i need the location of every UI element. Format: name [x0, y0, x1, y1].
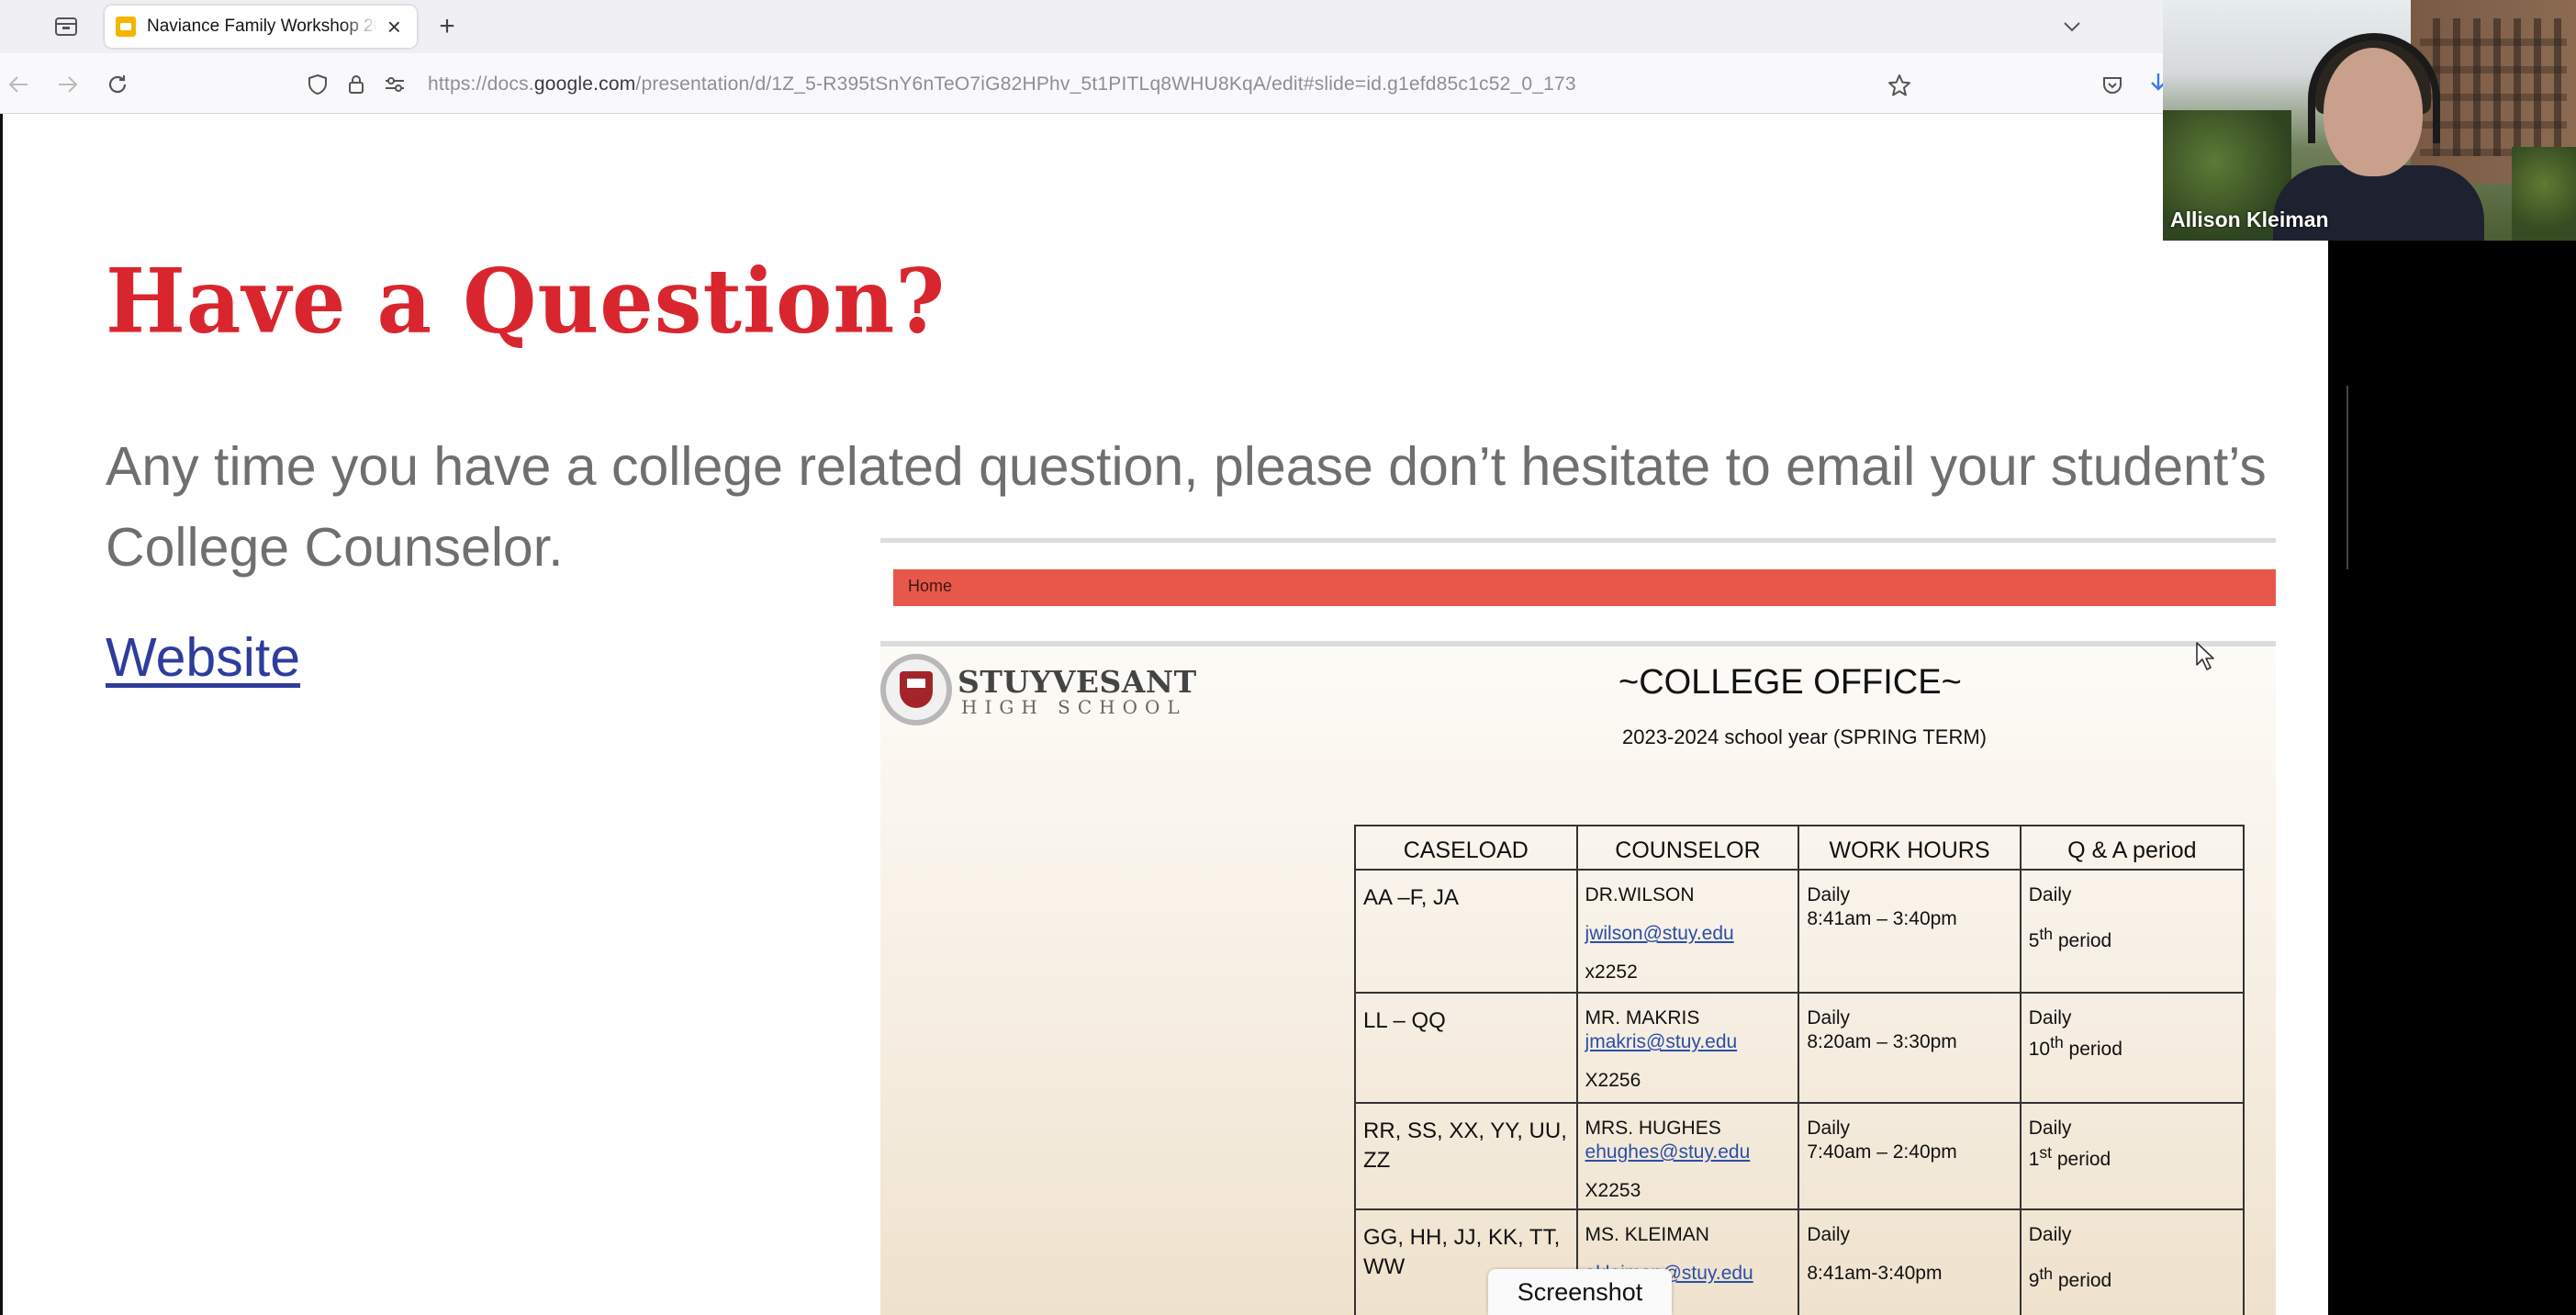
lock-icon[interactable] [342, 70, 371, 99]
college-office-screenshot: Home STUYVESANT HIGH SCHOOL ~COLLEGE OFF… [880, 538, 2276, 1315]
navigation-bar: https://docs.google.com/presentation/d/1… [0, 55, 2163, 114]
tab-close-icon[interactable]: × [383, 13, 406, 40]
counselor-cell: DR.WILSON jwilson@stuy.edu x2252 [1575, 869, 1800, 994]
counselor-table: CASELOAD COUNSELOR WORK HOURS Q & A peri… [1354, 825, 2246, 1315]
empty-panel [2328, 241, 2576, 1315]
bookmark-star-icon[interactable] [1884, 70, 1915, 101]
address-bar[interactable]: https://docs.google.com/presentation/d/1… [303, 62, 1937, 107]
caseload-cell: LL – QQ [1354, 992, 1578, 1104]
back-icon[interactable] [2, 68, 35, 101]
qa-period-cell: Daily 9th period [2019, 1208, 2246, 1315]
url-path: /presentation/d/1Z_5-R395tSnY6nTeO7iG82H… [635, 73, 1576, 95]
home-link[interactable]: Home [908, 577, 952, 596]
counselor-name: MS. KLEIMAN [1585, 1224, 1709, 1245]
qa-period-cell: Daily 10th period [2019, 992, 2246, 1104]
work-hours-cell: Daily 8:41am – 3:40pm [1798, 869, 2022, 994]
header-caseload: CASELOAD [1354, 825, 1578, 871]
divider [880, 538, 2276, 543]
hours-value: 7:40am – 2:40pm [1807, 1141, 1957, 1163]
college-office-page: STUYVESANT HIGH SCHOOL ~COLLEGE OFFICE~ … [880, 646, 2276, 1315]
counselor-cell: MR. MAKRIS jmakris@stuy.edu X2256 [1575, 992, 1800, 1104]
slide-title: Have a Question? [106, 249, 946, 354]
header-counselor: COUNSELOR [1575, 825, 1800, 871]
site-nav-bar: Home [893, 569, 2276, 606]
downloads-icon[interactable] [2145, 70, 2163, 101]
counselor-cell: MRS. HUGHES ehughes@stuy.edu X2253 [1575, 1102, 1800, 1210]
caseload-cell: AA –F, JA [1354, 869, 1578, 994]
tab-bar: Naviance Family Workshop 2024 × + [0, 0, 2163, 53]
header-qa-period: Q & A period [2019, 825, 2246, 871]
counselor-email-link[interactable]: jwilson@stuy.edu [1585, 922, 1791, 946]
hours-value: 8:20am – 3:30pm [1807, 1031, 1957, 1052]
background-trees [2512, 147, 2576, 241]
permissions-icon[interactable] [380, 70, 409, 99]
hours-value: 8:41am – 3:40pm [1807, 908, 1957, 929]
office-title: ~COLLEGE OFFICE~ [1618, 663, 1962, 702]
hours-label: Daily [1807, 1007, 1851, 1028]
mouse-cursor-icon [2196, 642, 2214, 670]
browser-chrome: Naviance Family Workshop 2024 × + https:… [0, 0, 2163, 114]
qa-label: Daily [2028, 1224, 2072, 1245]
list-all-tabs-icon[interactable] [2056, 11, 2088, 42]
qa-period-cell: Daily 5th period [2019, 869, 2246, 994]
school-name: STUYVESANT [958, 664, 1197, 700]
tracking-protection-shield-icon[interactable] [303, 70, 332, 99]
school-year: 2023-2024 school year (SPRING TERM) [1622, 725, 1987, 748]
school-subtitle: HIGH SCHOOL [961, 696, 1187, 718]
work-hours-cell: Daily 8:20am – 3:30pm [1798, 992, 2022, 1104]
counselor-extension: X2256 [1585, 1070, 1641, 1091]
divider [2346, 386, 2348, 569]
pocket-icon[interactable] [2097, 70, 2128, 101]
reload-icon[interactable] [101, 68, 134, 101]
qa-period-cell: Daily 1st period [2019, 1102, 2246, 1210]
google-slides-icon [116, 17, 136, 37]
counselor-extension: X2253 [1585, 1180, 1641, 1201]
hours-label: Daily [1807, 1118, 1851, 1139]
website-link[interactable]: Website [106, 626, 300, 689]
counselor-email-link[interactable]: ehughes@stuy.edu [1585, 1141, 1791, 1164]
hours-label: Daily [1807, 1224, 1851, 1245]
active-tab[interactable]: Naviance Family Workshop 2024 × [105, 6, 417, 48]
hours-label: Daily [1807, 884, 1851, 905]
qa-label: Daily [2028, 1007, 2072, 1028]
participant-video-tile[interactable]: Allison Kleiman [2163, 0, 2576, 241]
school-seal-logo [880, 654, 952, 725]
table-row: AA –F, JA DR.WILSON jwilson@stuy.edu x22… [1354, 869, 2246, 994]
qa-period-value: 9th period [2028, 1264, 2112, 1291]
presentation-slide: Have a Question? Any time you have a col… [0, 114, 2328, 1315]
url-host: google.com [533, 73, 636, 95]
url-text[interactable]: https://docs.google.com/presentation/d/1… [428, 73, 1576, 96]
forward-icon[interactable] [51, 68, 84, 101]
table-row: RR, SS, XX, YY, UU, ZZ MRS. HUGHES ehugh… [1354, 1102, 2246, 1210]
work-hours-cell: Daily 8:41am-3:40pm [1798, 1208, 2022, 1315]
screenshot-button[interactable]: Screenshot [1488, 1269, 1672, 1315]
table-row: LL – QQ MR. MAKRIS jmakris@stuy.edu X225… [1354, 992, 2246, 1104]
counselor-name: MR. MAKRIS [1585, 1007, 1700, 1028]
table-header-row: CASELOAD COUNSELOR WORK HOURS Q & A peri… [1354, 825, 2246, 871]
participant-name: Allison Kleiman [2170, 208, 2329, 231]
counselor-email-link[interactable]: jmakris@stuy.edu [1585, 1030, 1791, 1054]
work-hours-cell: Daily 7:40am – 2:40pm [1798, 1102, 2022, 1210]
header-work-hours: WORK HOURS [1798, 825, 2022, 871]
counselor-name: DR.WILSON [1585, 884, 1695, 905]
qa-period-value: 10th period [2028, 1033, 2122, 1060]
qa-period-value: 5th period [2028, 925, 2112, 951]
caseload-cell: RR, SS, XX, YY, UU, ZZ [1354, 1102, 1578, 1210]
qa-label: Daily [2028, 1118, 2072, 1139]
qa-label: Daily [2028, 884, 2072, 905]
tab-title: Naviance Family Workshop 2024 [147, 17, 377, 36]
counselor-name: MRS. HUGHES [1585, 1118, 1721, 1139]
qa-period-value: 1st period [2028, 1143, 2111, 1170]
new-tab-button[interactable]: + [431, 11, 463, 42]
hours-value: 8:41am-3:40pm [1807, 1263, 1943, 1284]
url-prefix: https://docs. [428, 73, 534, 95]
firefox-view-icon[interactable] [50, 11, 83, 42]
counselor-extension: x2252 [1585, 961, 1638, 983]
